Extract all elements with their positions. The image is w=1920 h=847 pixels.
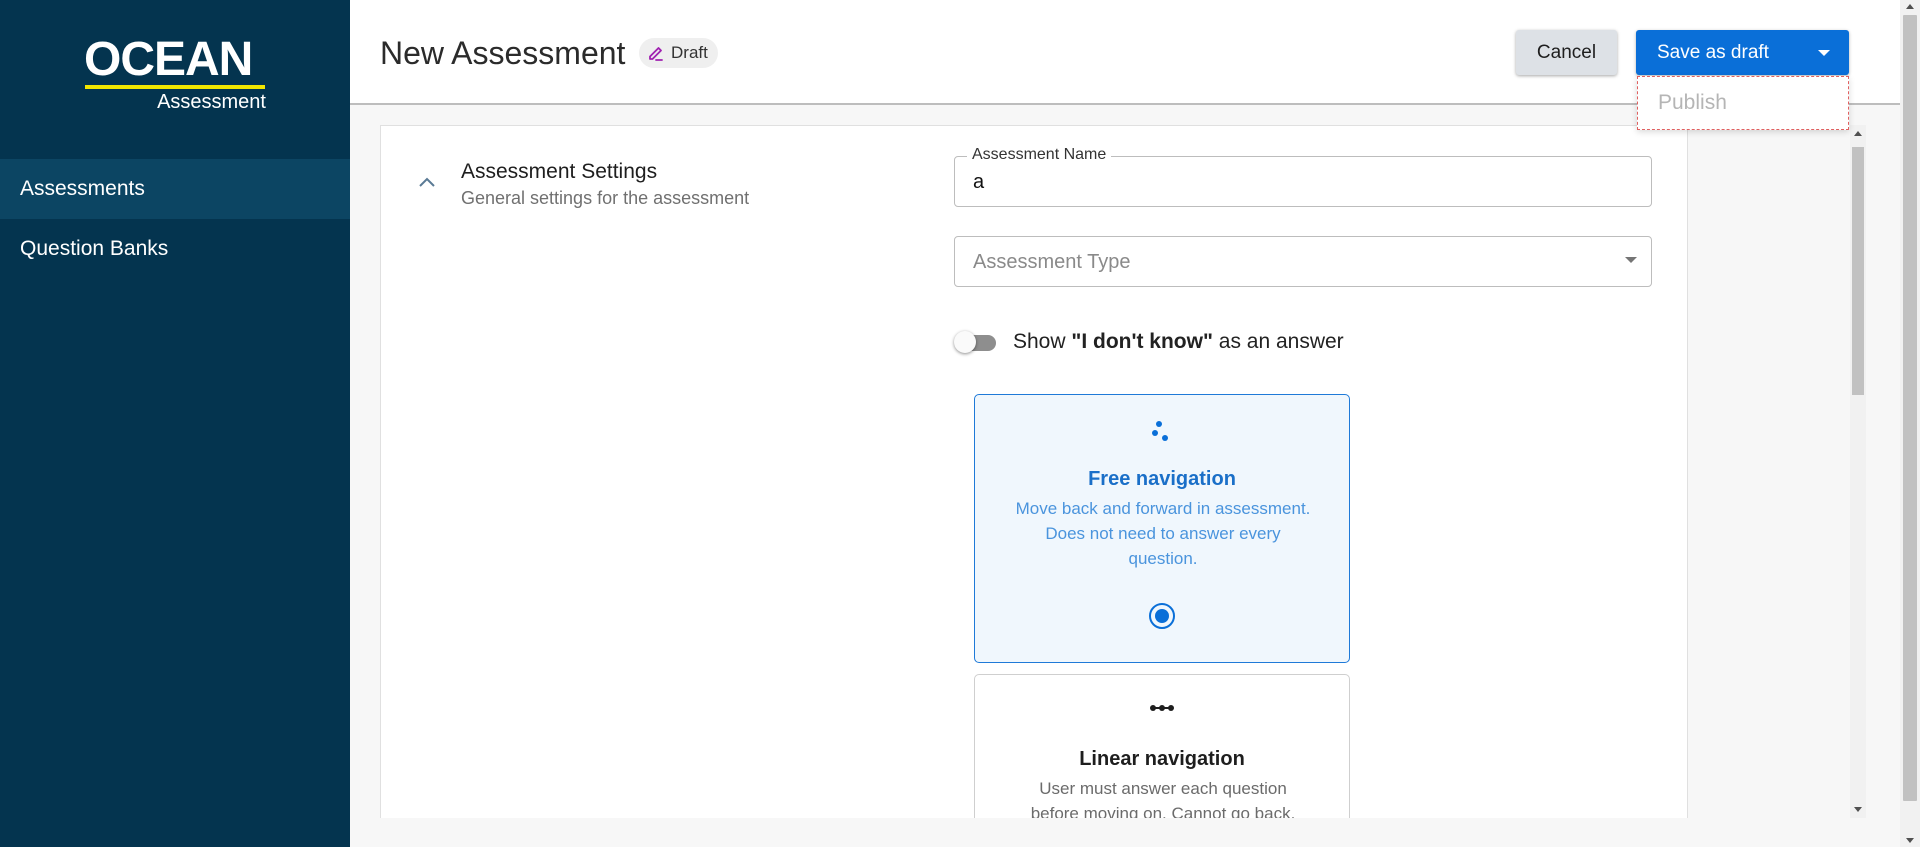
toggle-label-emphasis: "I don't know"	[1071, 330, 1213, 353]
brand-name: OCEAN	[84, 33, 253, 86]
cancel-button[interactable]: Cancel	[1516, 30, 1617, 75]
page-scrollbar[interactable]	[1900, 0, 1920, 847]
toggle-label-prefix: Show	[1013, 330, 1072, 353]
content-scrollbar[interactable]	[1850, 125, 1866, 818]
scatter-dots-icon	[1152, 421, 1168, 441]
assessment-settings-panel: Assessment Settings General settings for…	[380, 125, 1688, 818]
save-dropdown-menu: Publish	[1637, 76, 1849, 130]
brand-subtitle: Assessment	[157, 91, 266, 113]
chevron-up-icon[interactable]	[418, 176, 436, 188]
status-badge-label: Draft	[671, 43, 708, 62]
toggle-label-suffix: as an answer	[1212, 330, 1344, 353]
linear-navigation-description: User must answer each question before mo…	[1030, 779, 1296, 818]
content-scrollbar-thumb[interactable]	[1852, 147, 1864, 395]
sidebar-item-assessments[interactable]: Assessments	[0, 159, 350, 219]
scroll-up-arrow-icon[interactable]	[1906, 4, 1914, 9]
free-navigation-radio[interactable]	[1149, 603, 1175, 629]
scroll-down-arrow-icon[interactable]	[1854, 807, 1862, 812]
status-badge: Draft	[639, 38, 718, 68]
scroll-down-arrow-icon[interactable]	[1906, 838, 1914, 843]
dont-know-toggle[interactable]	[954, 329, 998, 355]
free-navigation-description: Move back and forward in assessment. Doe…	[1015, 499, 1311, 568]
save-as-draft-button[interactable]: Save as draft	[1636, 30, 1849, 75]
sidebar-nav: Assessments Question Banks	[0, 159, 350, 279]
assessment-name-input[interactable]	[973, 171, 1613, 194]
assessment-type-select[interactable]: Assessment Type	[954, 236, 1652, 287]
sidebar: OCEAN Assessment Assessments Question Ba…	[0, 0, 350, 847]
pencil-icon	[649, 47, 663, 61]
brand-underline	[85, 85, 265, 89]
save-dropdown-toggle[interactable]	[1799, 30, 1849, 75]
toggle-thumb	[954, 331, 976, 353]
dont-know-toggle-label: Show "I don't know" as an answer	[1013, 329, 1344, 355]
free-navigation-option[interactable]: Free navigation Move back and forward in…	[974, 394, 1350, 663]
brand-logo[interactable]: OCEAN Assessment	[84, 33, 266, 115]
caret-down-icon	[1818, 49, 1830, 56]
page-title: New Assessment	[380, 35, 626, 71]
sidebar-item-question-banks[interactable]: Question Banks	[0, 219, 350, 279]
assessment-name-field: Assessment Name	[954, 146, 1652, 207]
save-as-draft-label: Save as draft	[1657, 41, 1769, 63]
publish-menu-item[interactable]: Publish	[1658, 91, 1727, 115]
assessment-name-label: Assessment Name	[967, 146, 1112, 164]
linear-navigation-title: Linear navigation	[1079, 748, 1245, 770]
assessment-type-placeholder: Assessment Type	[973, 251, 1131, 273]
scroll-up-arrow-icon[interactable]	[1854, 131, 1862, 136]
linear-dots-icon	[1150, 705, 1174, 711]
settings-section-subtitle: General settings for the assessment	[461, 188, 750, 208]
page-scrollbar-thumb[interactable]	[1903, 15, 1917, 801]
free-navigation-title: Free navigation	[1088, 468, 1236, 490]
caret-down-icon	[1625, 257, 1637, 263]
settings-section-title: Assessment Settings	[461, 160, 658, 183]
linear-navigation-option[interactable]: Linear navigation User must answer each …	[974, 674, 1350, 818]
